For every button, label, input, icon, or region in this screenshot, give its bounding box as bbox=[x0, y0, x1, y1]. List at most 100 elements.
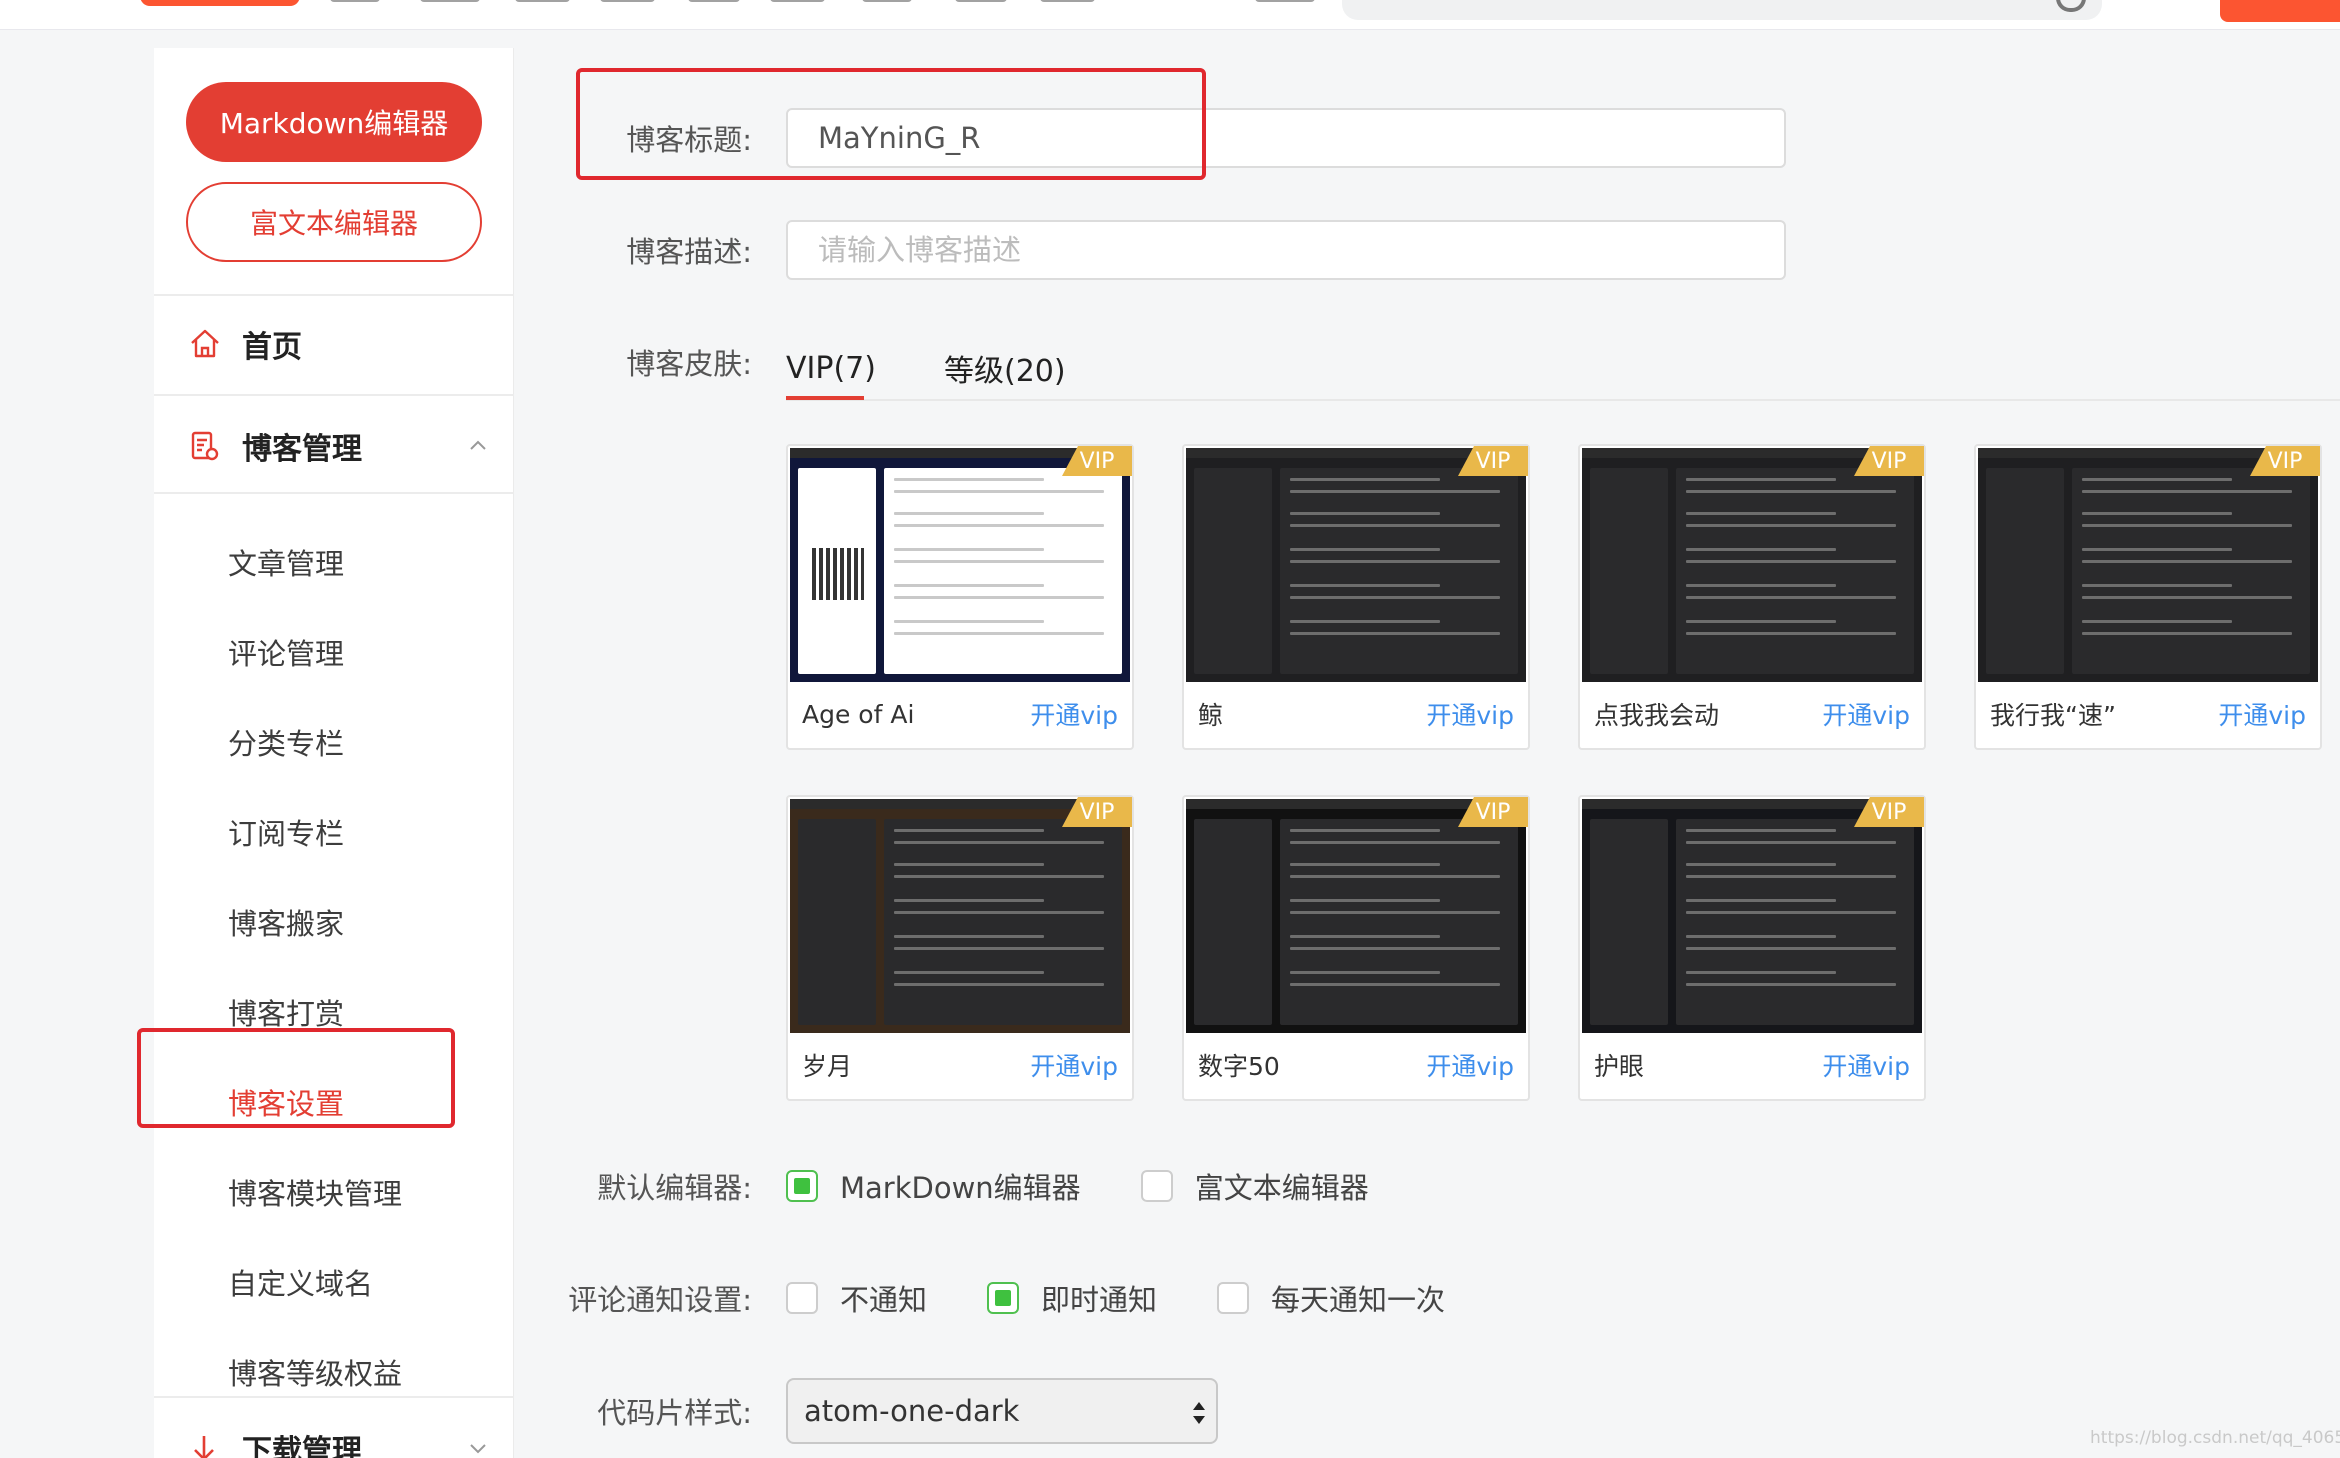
sidebar-item-blog-move[interactable]: 博客搬家 bbox=[228, 897, 344, 947]
checkbox[interactable] bbox=[786, 1170, 818, 1202]
code-style-select[interactable]: atom-one-dark bbox=[786, 1378, 1218, 1444]
option-label: MarkDown编辑器 bbox=[840, 1171, 1081, 1205]
skin-card-click-me[interactable]: VIP 点我我会动 开通vip bbox=[1578, 444, 1926, 750]
sidebar-group-blog-management[interactable]: 博客管理 bbox=[188, 418, 488, 474]
option-instant-notify[interactable]: 即时通知 bbox=[987, 1277, 1157, 1319]
blog-title-label: 博客标题: bbox=[626, 123, 752, 157]
sidebar-item-blog-reward[interactable]: 博客打赏 bbox=[228, 987, 344, 1037]
option-daily-notify[interactable]: 每天通知一次 bbox=[1217, 1277, 1445, 1319]
open-vip-link[interactable]: 开通vip bbox=[1822, 694, 1910, 734]
option-label: 不通知 bbox=[840, 1283, 928, 1317]
sidebar-item-article-management[interactable]: 文章管理 bbox=[228, 537, 344, 587]
skin-name: 岁月 bbox=[802, 1052, 853, 1081]
sidebar-item-subscription-column[interactable]: 订阅专栏 bbox=[228, 807, 344, 857]
blog-skin-label: 博客皮肤: bbox=[626, 347, 752, 381]
divider bbox=[154, 1396, 514, 1398]
checkbox[interactable] bbox=[1140, 1170, 1173, 1202]
blog-description-input[interactable] bbox=[786, 220, 1786, 280]
skin-card-age-of-ai[interactable]: VIP Age of Ai 开通vip bbox=[786, 444, 1134, 750]
comment-notify-options: 不通知 即时通知 每天通知一次 bbox=[786, 1270, 1487, 1326]
option-richtext-editor[interactable]: 富文本编辑器 bbox=[1140, 1165, 1369, 1207]
chevron-down-icon bbox=[470, 1444, 486, 1454]
skin-preview bbox=[790, 448, 1130, 682]
nav-item[interactable] bbox=[330, 0, 380, 2]
tab-vip[interactable]: VIP(7) bbox=[786, 340, 876, 396]
checkbox[interactable] bbox=[786, 1282, 818, 1314]
nav-item[interactable] bbox=[515, 0, 570, 2]
nav-item[interactable] bbox=[1040, 0, 1095, 2]
skin-name: 点我我会动 bbox=[1594, 701, 1720, 730]
tab-level[interactable]: 等级(20) bbox=[944, 340, 1066, 396]
sidebar-group-label: 博客管理 bbox=[242, 432, 362, 467]
sidebar-item-home[interactable]: 首页 bbox=[188, 316, 302, 372]
skin-preview bbox=[1582, 799, 1922, 1033]
markdown-editor-button[interactable]: Markdown编辑器 bbox=[186, 82, 482, 162]
skin-name: 数字50 bbox=[1198, 1052, 1280, 1081]
skin-name: 我行我“速” bbox=[1990, 701, 2116, 730]
skin-preview bbox=[790, 799, 1130, 1033]
divider bbox=[154, 294, 514, 296]
search-icon[interactable] bbox=[2056, 0, 2086, 12]
sidebar-item-blog-level-benefits[interactable]: 博客等级权益 bbox=[228, 1347, 402, 1397]
nav-item[interactable] bbox=[420, 0, 480, 2]
skin-preview bbox=[1186, 448, 1526, 682]
checkbox[interactable] bbox=[1217, 1282, 1250, 1314]
sidebar-item-custom-domain[interactable]: 自定义域名 bbox=[228, 1257, 373, 1307]
nav-item[interactable] bbox=[770, 0, 825, 2]
default-editor-label: 默认编辑器: bbox=[597, 1171, 752, 1205]
nav-item[interactable] bbox=[600, 0, 655, 2]
skin-preview bbox=[1978, 448, 2318, 682]
blog-title-input[interactable] bbox=[786, 108, 1786, 168]
open-vip-link[interactable]: 开通vip bbox=[1426, 694, 1514, 734]
option-no-notify[interactable]: 不通知 bbox=[786, 1277, 927, 1319]
sidebar-item-label: 首页 bbox=[242, 330, 302, 365]
tab-divider bbox=[786, 399, 2340, 401]
sidebar-item-blog-module-management[interactable]: 博客模块管理 bbox=[228, 1167, 402, 1217]
publish-button[interactable] bbox=[2220, 0, 2340, 22]
sidebar-item-comment-management[interactable]: 评论管理 bbox=[228, 627, 344, 677]
skin-name: 鲸 bbox=[1198, 701, 1224, 730]
option-label: 富文本编辑器 bbox=[1194, 1171, 1369, 1205]
nav-item[interactable] bbox=[1255, 0, 1315, 2]
sidebar-item-blog-settings[interactable]: 博客设置 bbox=[228, 1077, 344, 1127]
sidebar-group-download-management[interactable]: 下载管理 bbox=[188, 1420, 488, 1458]
checkbox[interactable] bbox=[987, 1282, 1020, 1314]
skin-name: 护眼 bbox=[1594, 1052, 1645, 1081]
skin-preview bbox=[1582, 448, 1922, 682]
qr-code-image bbox=[812, 548, 864, 600]
skin-name: Age of Ai bbox=[802, 699, 915, 729]
watermark: https://blog.csdn.net/qq_40657321 bbox=[2090, 1428, 2340, 1448]
richtext-editor-button[interactable]: 富文本编辑器 bbox=[186, 182, 482, 262]
nav-item[interactable] bbox=[955, 0, 1007, 2]
code-style-label: 代码片样式: bbox=[597, 1396, 752, 1430]
skin-preview bbox=[1186, 799, 1526, 1033]
default-editor-options: MarkDown编辑器 富文本编辑器 bbox=[786, 1158, 1411, 1214]
select-arrows-icon bbox=[1193, 1402, 1205, 1424]
download-icon bbox=[194, 1436, 214, 1458]
skin-card-digital-50[interactable]: VIP 数字50 开通vip bbox=[1182, 795, 1530, 1101]
option-label: 即时通知 bbox=[1041, 1283, 1158, 1317]
skin-card-eye-care[interactable]: VIP 护眼 开通vip bbox=[1578, 795, 1926, 1101]
skin-card-years[interactable]: VIP 岁月 开通vip bbox=[786, 795, 1134, 1101]
open-vip-link[interactable]: 开通vip bbox=[1426, 1045, 1514, 1085]
open-vip-link[interactable]: 开通vip bbox=[1822, 1045, 1910, 1085]
chevron-up-icon bbox=[470, 440, 486, 450]
open-vip-link[interactable]: 开通vip bbox=[1030, 1045, 1118, 1085]
option-markdown-editor[interactable]: MarkDown编辑器 bbox=[786, 1165, 1081, 1207]
csdn-logo[interactable] bbox=[140, 0, 300, 6]
top-navbar bbox=[0, 0, 2340, 30]
skin-card-whale[interactable]: VIP 鲸 开通vip bbox=[1182, 444, 1530, 750]
divider bbox=[154, 492, 514, 494]
sidebar-group-label: 下载管理 bbox=[242, 1434, 362, 1458]
sidebar-item-category-column[interactable]: 分类专栏 bbox=[228, 717, 344, 767]
open-vip-link[interactable]: 开通vip bbox=[2218, 694, 2306, 734]
open-vip-link[interactable]: 开通vip bbox=[1030, 694, 1118, 734]
comment-notify-label: 评论通知设置: bbox=[568, 1283, 752, 1317]
nav-item[interactable] bbox=[862, 0, 912, 2]
nav-item[interactable] bbox=[688, 0, 740, 2]
selected-value: atom-one-dark bbox=[804, 1394, 1020, 1428]
option-label: 每天通知一次 bbox=[1271, 1283, 1446, 1317]
sidebar: Markdown编辑器 富文本编辑器 首页 博客管理 文章管理 评论管理 分类专… bbox=[154, 48, 514, 1458]
search-input[interactable] bbox=[1342, 0, 2102, 20]
skin-card-my-speed[interactable]: VIP 我行我“速” 开通vip bbox=[1974, 444, 2322, 750]
